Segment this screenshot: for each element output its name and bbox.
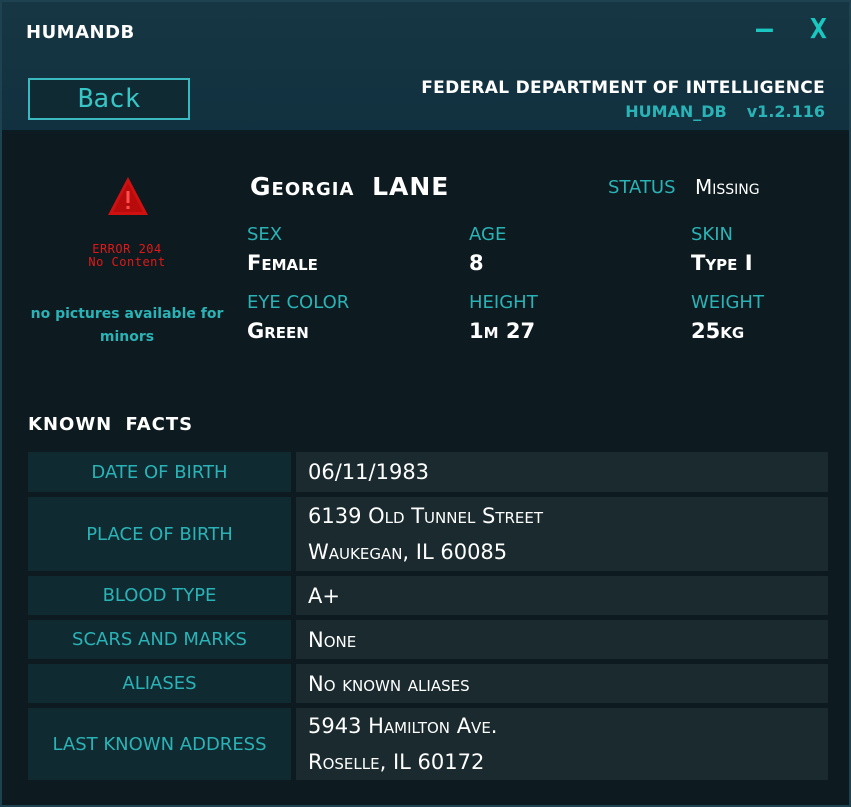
fact-row-date-of-birth: DATE OF BIRTH 06/11/1983 bbox=[28, 452, 828, 492]
last-name: LANE bbox=[372, 172, 450, 201]
sex-label: SEX bbox=[247, 224, 283, 245]
fact-value-line: No known aliases bbox=[308, 671, 470, 696]
fact-label: PLACE OF BIRTH bbox=[28, 497, 291, 571]
fact-row-blood-type: BLOOD TYPE A+ bbox=[28, 576, 828, 615]
fact-value: 5943 Hamilton Ave. Roselle, IL 60172 bbox=[296, 708, 828, 780]
person-name: Georgia LANE bbox=[250, 172, 449, 201]
fact-value-line: Waukegan, IL 60085 bbox=[308, 540, 508, 564]
status-label: STATUS bbox=[608, 177, 676, 198]
sex-value: Female bbox=[247, 251, 318, 275]
weight-value: 25kg bbox=[691, 319, 745, 343]
fact-value: No known aliases bbox=[296, 664, 828, 703]
photo-placeholder: ERROR 204 No Content no pictures availab… bbox=[22, 162, 232, 362]
error-description: No Content bbox=[88, 255, 166, 269]
fact-label: DATE OF BIRTH bbox=[28, 452, 291, 492]
fact-row-last-known-address: LAST KNOWN ADDRESS 5943 Hamilton Ave. Ro… bbox=[28, 708, 828, 780]
height-label: HEIGHT bbox=[469, 292, 538, 313]
fact-label: LAST KNOWN ADDRESS bbox=[28, 708, 291, 780]
db-name: HUMAN_DB bbox=[625, 102, 727, 121]
title-bar: HUMANDB – X Back FEDERAL DEPARTMENT OF I… bbox=[2, 2, 849, 132]
agency-name: FEDERAL DEPARTMENT OF INTELLIGENCE bbox=[421, 78, 825, 98]
error-message: ERROR 204 No Content bbox=[22, 243, 232, 269]
skin-value: Type I bbox=[691, 251, 753, 275]
db-info: HUMAN_DB v1.2.116 bbox=[605, 102, 825, 121]
fact-row-scars-and-marks: SCARS AND MARKS None bbox=[28, 620, 828, 659]
skin-label: SKIN bbox=[691, 224, 734, 245]
known-facts-title: KNOWN FACTS bbox=[28, 414, 194, 435]
age-value: 8 bbox=[469, 251, 484, 275]
fact-value-line: 06/11/1983 bbox=[308, 460, 430, 484]
height-value: 1m 27 bbox=[469, 319, 536, 343]
fact-value: A+ bbox=[296, 576, 828, 615]
age-label: AGE bbox=[469, 224, 507, 245]
fact-row-place-of-birth: PLACE OF BIRTH 6139 Old Tunnel Street Wa… bbox=[28, 497, 828, 571]
status-value: Missing bbox=[695, 175, 760, 199]
fact-label: BLOOD TYPE bbox=[28, 576, 291, 615]
app-title: HUMANDB bbox=[26, 22, 135, 43]
back-button[interactable]: Back bbox=[28, 78, 190, 120]
app-window: HUMANDB – X Back FEDERAL DEPARTMENT OF I… bbox=[0, 0, 851, 807]
fact-value: 06/11/1983 bbox=[296, 452, 828, 492]
db-version: v1.2.116 bbox=[746, 102, 825, 121]
fact-label: SCARS AND MARKS bbox=[28, 620, 291, 659]
fact-value-line: Roselle, IL 60172 bbox=[308, 750, 485, 774]
fact-value: 6139 Old Tunnel Street Waukegan, IL 6008… bbox=[296, 497, 828, 571]
weight-label: WEIGHT bbox=[691, 292, 764, 313]
fact-label: ALIASES bbox=[28, 664, 291, 703]
fact-value-line: 6139 Old Tunnel Street bbox=[308, 504, 544, 528]
fact-value: None bbox=[296, 620, 828, 659]
fact-value-line: A+ bbox=[308, 583, 340, 608]
no-pictures-notice: no pictures available for minors bbox=[30, 306, 224, 345]
first-name: Georgia bbox=[250, 172, 355, 201]
eye-color-value: Green bbox=[247, 319, 309, 343]
close-button[interactable]: X bbox=[810, 12, 827, 45]
warning-triangle-icon bbox=[108, 177, 148, 215]
fact-value-line: 5943 Hamilton Ave. bbox=[308, 714, 498, 738]
fact-row-aliases: ALIASES No known aliases bbox=[28, 664, 828, 703]
eye-color-label: EYE COLOR bbox=[247, 292, 350, 313]
fact-value-line: None bbox=[308, 627, 357, 652]
minimize-button[interactable]: – bbox=[756, 12, 773, 45]
